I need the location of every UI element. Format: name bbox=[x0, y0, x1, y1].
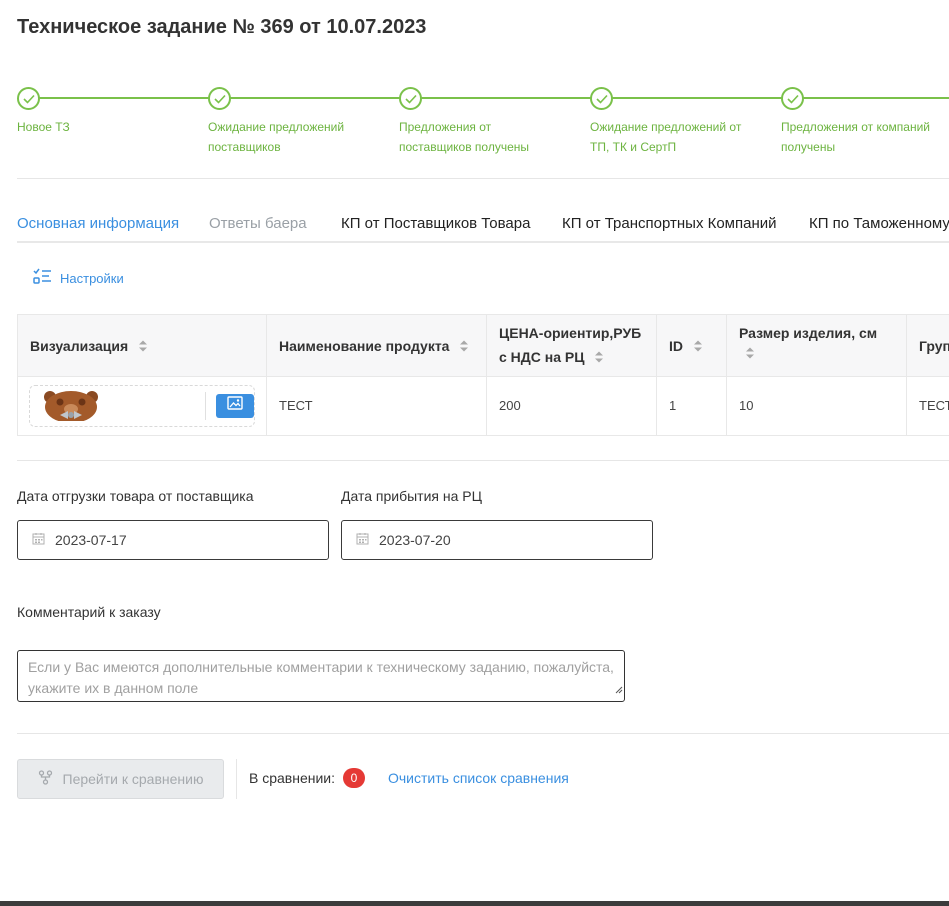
step-label: Ожидание предложений поставщиков bbox=[208, 120, 345, 154]
resize-handle-icon[interactable] bbox=[615, 679, 623, 700]
sort-icon[interactable] bbox=[693, 339, 703, 356]
step-check-icon bbox=[590, 87, 613, 110]
column-header-visualization[interactable]: Визуализация bbox=[18, 315, 267, 377]
sort-icon[interactable] bbox=[594, 350, 604, 367]
cell-price: 200 bbox=[487, 377, 657, 435]
step-label: Ожидание предложений от ТП, ТК и СертП bbox=[590, 120, 742, 154]
separator bbox=[205, 392, 206, 420]
cell-visualization bbox=[18, 377, 267, 435]
tab-customs-offers[interactable]: КП по Таможенному Оформлению bbox=[809, 215, 949, 232]
progress-steps: Новое ТЗ Ожидание предложений поставщико… bbox=[17, 87, 949, 157]
sort-icon[interactable] bbox=[745, 346, 755, 363]
step-awaiting-suppliers: Ожидание предложений поставщиков bbox=[208, 87, 378, 157]
ship-date-label: Дата отгрузки товара от поставщика bbox=[17, 488, 254, 504]
column-header-product-name[interactable]: Наименование продукта bbox=[267, 315, 487, 377]
separator bbox=[236, 759, 237, 799]
divider bbox=[17, 733, 949, 734]
tab-main-info[interactable]: Основная информация bbox=[17, 215, 179, 232]
page-title: Техническое задание № 369 от 10.07.2023 bbox=[17, 16, 427, 38]
image-icon bbox=[227, 377, 243, 435]
comment-textarea[interactable]: Если у Вас имеются дополнительные коммен… bbox=[17, 650, 625, 702]
tab-supplier-offers[interactable]: КП от Поставщиков Товара bbox=[341, 215, 530, 232]
settings-button[interactable]: Настройки bbox=[33, 268, 124, 288]
step-label: Новое ТЗ bbox=[17, 120, 70, 134]
teddy-bear-thumbnail bbox=[36, 388, 106, 435]
step-check-icon bbox=[781, 87, 804, 110]
column-header-size[interactable]: Размер изделия, см bbox=[727, 315, 907, 377]
compare-count-badge: 0 bbox=[343, 768, 365, 788]
column-header-group[interactable]: Группа bbox=[907, 315, 949, 377]
tabs: Основная информация Ответы баера КП от П… bbox=[17, 205, 949, 243]
column-header-price[interactable]: ЦЕНА-ориентир,РУБ с НДС на РЦ bbox=[487, 315, 657, 377]
step-label: Предложения от поставщиков получены bbox=[399, 120, 530, 154]
arrival-date-value: 2023-07-20 bbox=[379, 532, 451, 548]
arrival-date-label: Дата прибытия на РЦ bbox=[341, 488, 482, 504]
active-tab-indicator bbox=[17, 241, 169, 243]
cell-id: 1 bbox=[657, 377, 727, 435]
ship-date-value: 2023-07-17 bbox=[55, 532, 127, 548]
compare-icon bbox=[38, 770, 53, 788]
sort-icon[interactable] bbox=[138, 339, 148, 356]
tab-transport-offers[interactable]: КП от Транспортных Компаний bbox=[562, 215, 777, 232]
tab-buyer-answers[interactable]: Ответы баера bbox=[209, 215, 307, 232]
products-table: Визуализация Наименование продукта ЦЕНА-… bbox=[17, 314, 949, 436]
bottom-bar bbox=[0, 901, 949, 906]
clear-compare-link[interactable]: Очистить список сравнения bbox=[388, 770, 569, 786]
step-new: Новое ТЗ bbox=[17, 87, 192, 137]
column-header-id[interactable]: ID bbox=[657, 315, 727, 377]
step-check-icon bbox=[17, 87, 40, 110]
step-awaiting-companies: Ожидание предложений от ТП, ТК и СертП bbox=[590, 87, 760, 157]
table-header: Визуализация Наименование продукта ЦЕНА-… bbox=[18, 315, 949, 377]
cell-product-name: ТЕСТ bbox=[267, 377, 487, 435]
arrival-date-input[interactable]: 2023-07-20 bbox=[341, 520, 653, 560]
sort-icon[interactable] bbox=[459, 339, 469, 356]
cell-group: ТЕСТ bbox=[919, 398, 949, 413]
ship-date-input[interactable]: 2023-07-17 bbox=[17, 520, 329, 560]
step-companies-received: Предложения от компаний получены bbox=[781, 87, 949, 157]
calendar-icon bbox=[356, 532, 369, 548]
cell-size: 10 bbox=[727, 377, 907, 435]
step-suppliers-received: Предложения от поставщиков получены bbox=[399, 87, 559, 157]
comment-placeholder: Если у Вас имеются дополнительные коммен… bbox=[28, 659, 614, 696]
divider bbox=[17, 178, 949, 179]
step-check-icon bbox=[208, 87, 231, 110]
comment-label: Комментарий к заказу bbox=[17, 604, 161, 620]
step-check-icon bbox=[399, 87, 422, 110]
divider bbox=[17, 460, 949, 461]
go-to-compare-button[interactable]: Перейти к сравнению bbox=[17, 759, 224, 799]
checklist-icon bbox=[33, 268, 52, 288]
upload-image-button[interactable] bbox=[216, 394, 254, 418]
table-row: ТЕСТ 200 1 10 ТЕСТ bbox=[18, 377, 949, 435]
settings-label: Настройки bbox=[60, 270, 124, 286]
in-compare-label: В сравнении: bbox=[249, 770, 336, 786]
calendar-icon bbox=[32, 532, 45, 548]
image-upload-box[interactable] bbox=[29, 385, 255, 427]
step-label: Предложения от компаний получены bbox=[781, 120, 931, 154]
go-to-compare-label: Перейти к сравнению bbox=[62, 771, 204, 787]
